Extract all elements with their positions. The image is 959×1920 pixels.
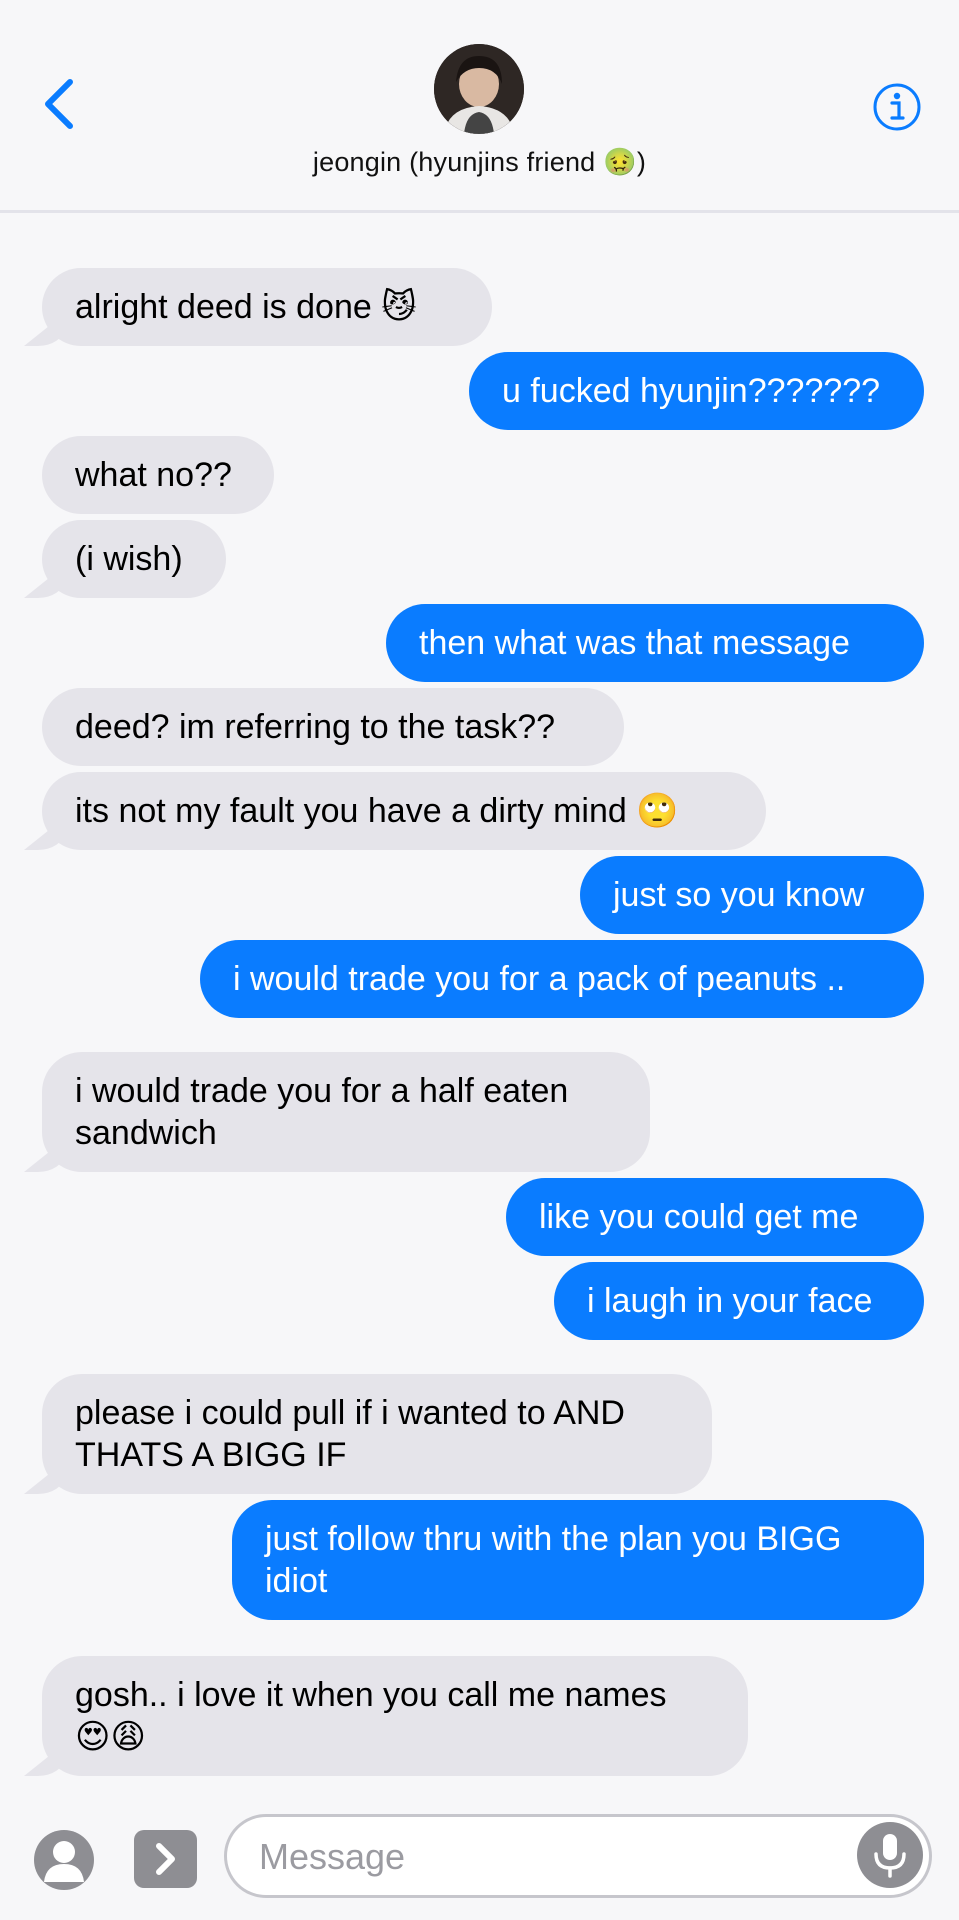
apps-button[interactable] xyxy=(134,1830,197,1888)
outgoing-message[interactable]: just follow thru with the plan you BIGG … xyxy=(232,1500,924,1620)
message-text: what no?? xyxy=(75,456,232,494)
incoming-message[interactable]: alright deed is done 😼 xyxy=(42,268,492,346)
message-input[interactable] xyxy=(257,1831,821,1883)
outgoing-message[interactable]: i would trade you for a pack of peanuts … xyxy=(200,940,924,1018)
message-text-line: just follow thru with the plan you BIGG xyxy=(265,1520,842,1558)
incoming-message[interactable]: its not my fault you have a dirty mind 🙄 xyxy=(42,772,766,850)
outgoing-message[interactable]: just so you know xyxy=(580,856,924,934)
message-text-line: please i could pull if i wanted to AND xyxy=(75,1394,625,1432)
chevron-right-icon xyxy=(156,1843,175,1875)
microphone-icon xyxy=(874,1834,906,1878)
outgoing-message[interactable]: i laugh in your face xyxy=(554,1262,924,1340)
message-text-line: i would trade you for a half eaten xyxy=(75,1072,569,1110)
camera-button[interactable] xyxy=(34,1830,94,1890)
incoming-message[interactable]: gosh.. i love it when you call me names … xyxy=(42,1656,748,1776)
message-text-line: 😍😩 xyxy=(75,1718,146,1756)
dictation-button[interactable] xyxy=(857,1822,923,1888)
message-text-line: THATS A BIGG IF xyxy=(75,1436,347,1474)
message-text: just so you know xyxy=(613,876,865,914)
message-text: like you could get me xyxy=(539,1198,859,1236)
message-text: i would trade you for a pack of peanuts … xyxy=(233,960,846,998)
person-camera-icon xyxy=(44,1841,84,1882)
message-text: alright deed is done 😼 xyxy=(75,288,417,326)
incoming-message[interactable]: i would trade you for a half eaten sandw… xyxy=(42,1052,650,1172)
message-text: then what was that message xyxy=(419,624,850,662)
incoming-message[interactable]: (i wish) xyxy=(42,520,226,598)
message-text: its not my fault you have a dirty mind 🙄 xyxy=(75,792,679,830)
message-input-container xyxy=(224,1814,932,1898)
message-text-line: sandwich xyxy=(75,1114,217,1152)
incoming-message[interactable]: please i could pull if i wanted to AND T… xyxy=(42,1374,712,1494)
message-thread: alright deed is done 😼 u fucked hyunjin?… xyxy=(0,0,959,1800)
incoming-message[interactable]: what no?? xyxy=(42,436,274,514)
message-text-line: idiot xyxy=(265,1562,328,1600)
outgoing-message[interactable]: like you could get me xyxy=(506,1178,924,1256)
message-composer xyxy=(0,1800,959,1920)
message-text: u fucked hyunjin??????? xyxy=(502,372,881,410)
outgoing-message[interactable]: then what was that message xyxy=(386,604,924,682)
incoming-message[interactable]: deed? im referring to the task?? xyxy=(42,688,624,766)
message-text: i laugh in your face xyxy=(587,1282,873,1320)
message-text-line: gosh.. i love it when you call me names xyxy=(75,1676,667,1714)
outgoing-message[interactable]: u fucked hyunjin??????? xyxy=(469,352,924,430)
message-text: deed? im referring to the task?? xyxy=(75,708,556,746)
message-text: (i wish) xyxy=(75,540,183,578)
